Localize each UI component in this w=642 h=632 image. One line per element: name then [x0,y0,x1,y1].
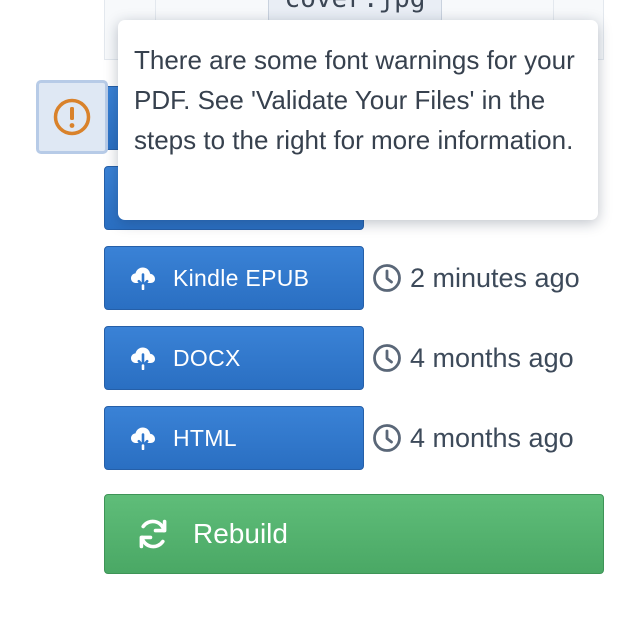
exports-panel: cover.jpg [0,0,642,632]
build-timestamp: 2 minutes ago [372,246,580,310]
download-label: DOCX [173,344,241,371]
download-html-button[interactable]: HTML [104,406,364,470]
timestamp-text: 4 months ago [410,342,574,373]
cloud-download-icon [129,424,157,452]
download-row-docx: DOCX 4 months ago [104,326,604,390]
timestamp-text: 2 minutes ago [410,262,580,293]
font-warning-tooltip: There are some font warnings for your PD… [118,20,598,220]
rebuild-label: Rebuild [193,518,288,549]
download-label: HTML [173,424,237,451]
clock-icon [372,343,402,373]
build-timestamp: 4 months ago [372,406,574,470]
download-kindle-epub-button[interactable]: Kindle EPUB [104,246,364,310]
clock-icon [372,423,402,453]
clock-icon [372,263,402,293]
tooltip-text: There are some font warnings for your PD… [134,45,575,155]
rebuild-button[interactable]: Rebuild [104,494,604,574]
font-warning-badge[interactable] [36,80,108,154]
sync-icon [135,516,171,552]
download-row-kindle-epub: Kindle EPUB 2 minutes ago [104,246,604,310]
download-docx-button[interactable]: DOCX [104,326,364,390]
cloud-download-icon [129,344,157,372]
download-label: Kindle EPUB [173,264,310,291]
timestamp-text: 4 months ago [410,422,574,453]
exclamation-circle-icon [53,98,91,136]
build-timestamp: 4 months ago [372,326,574,390]
download-row-html: HTML 4 months ago [104,406,604,470]
cloud-download-icon [129,264,157,292]
cover-filename: cover.jpg [268,0,442,22]
